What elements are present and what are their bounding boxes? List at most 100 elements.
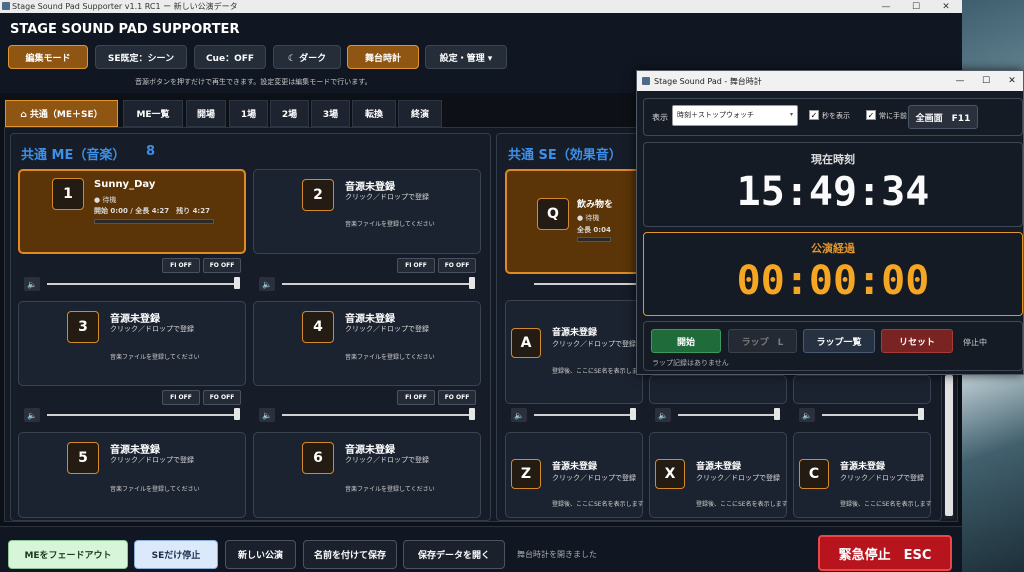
volume-slider[interactable] — [469, 408, 475, 420]
me-pad-5[interactable]: 5 音源未登録 クリック／ドロップで登録 音楽ファイルを登録してください — [18, 432, 246, 518]
tab-open[interactable]: 開場 — [186, 100, 226, 127]
fade-out-toggle[interactable]: FO OFF — [203, 258, 241, 273]
tab-scene-1[interactable]: 1場 — [229, 100, 268, 127]
se-pad-q[interactable]: Q 飲み物を ● 待機 全長 0:04 — [505, 169, 643, 274]
tab-scene-2[interactable]: 2場 — [270, 100, 309, 127]
always-on-top-checkbox[interactable]: ✓ — [866, 110, 876, 120]
stage-clock-button[interactable]: 舞台時計 — [347, 45, 419, 69]
volume-track — [822, 414, 924, 416]
pad-key: 5 — [67, 442, 99, 474]
me-pad-3[interactable]: 3 音源未登録 クリック／ドロップで登録 音楽ファイルを登録してください — [18, 301, 246, 386]
volume-slider[interactable] — [234, 277, 240, 289]
new-show-button[interactable]: 新しい公演 — [225, 540, 296, 569]
se-pad-z[interactable]: Z 音源未登録 クリック／ドロップで登録 登録後、ここにSE名を表示します — [505, 432, 644, 518]
display-mode-select[interactable]: 時刻＋ストップウォッチ ▾ — [672, 105, 798, 126]
app-icon — [642, 77, 650, 85]
stage-clock-window: Stage Sound Pad - 舞台時計 — ☐ ✕ 表示 時刻＋ストップウ… — [636, 70, 1024, 375]
clock-maximize-button[interactable]: ☐ — [975, 71, 997, 91]
save-as-button[interactable]: 名前を付けて保存 — [303, 540, 397, 569]
display-mode-value: 時刻＋ストップウォッチ — [677, 111, 754, 119]
maximize-button[interactable]: ☐ — [901, 0, 931, 13]
chevron-down-icon: ▾ — [789, 111, 793, 118]
current-time-box: 現在時刻 15:49:34 — [643, 142, 1023, 227]
lap-button[interactable]: ラップ L — [728, 329, 797, 353]
app-icon — [2, 2, 10, 10]
me-fadeout-button[interactable]: MEをフェードアウト — [8, 540, 128, 569]
show-seconds-label: 秒を表示 — [822, 112, 850, 120]
pad-status: ● 待機 — [577, 214, 600, 222]
pad-sub: クリック／ドロップで登録 — [345, 456, 429, 464]
me-pad-6[interactable]: 6 音源未登録 クリック／ドロップで登録 音楽ファイルを登録してください — [253, 432, 481, 518]
volume-track — [282, 414, 475, 416]
clock-minimize-button[interactable]: — — [949, 71, 971, 91]
tab-change[interactable]: 転換 — [352, 100, 396, 127]
pad-key: 1 — [52, 178, 84, 210]
se-pad-x[interactable]: X 音源未登録 クリック／ドロップで登録 登録後、ここにSE名を表示します — [649, 432, 788, 518]
tab-end[interactable]: 終演 — [398, 100, 442, 127]
se-pad-d[interactable] — [793, 375, 931, 404]
pad-key: 6 — [302, 442, 334, 474]
pad-key: X — [655, 459, 685, 489]
show-seconds-checkbox[interactable]: ✓ — [809, 110, 819, 120]
volume-track — [534, 414, 636, 416]
volume-slider[interactable] — [469, 277, 475, 289]
fade-in-toggle[interactable]: FI OFF — [397, 390, 435, 405]
tab-common[interactable]: ⌂ 共通（ME＋SE） — [5, 100, 118, 127]
fade-in-toggle[interactable]: FI OFF — [162, 258, 200, 273]
volume-icon[interactable]: 🔈 — [511, 408, 527, 422]
pad-note: 音楽ファイルを登録してください — [345, 354, 435, 361]
fade-in-toggle[interactable]: FI OFF — [162, 390, 200, 405]
pad-name: 飲み物を — [577, 200, 614, 210]
theme-button[interactable]: ☾ ダーク — [273, 45, 341, 69]
volume-slider[interactable] — [774, 408, 780, 420]
pad-note: 登録後、ここにSE名を表示します — [552, 501, 644, 508]
tab-scene-3[interactable]: 3場 — [311, 100, 350, 127]
volume-slider[interactable] — [630, 408, 636, 420]
me-pad-4[interactable]: 4 音源未登録 クリック／ドロップで登録 音楽ファイルを登録してください — [253, 301, 481, 386]
window-titlebar[interactable]: Stage Sound Pad Supporter v1.1 RC1 ー 新しい… — [0, 0, 962, 13]
usage-hint: 音源ボタンを押すだけで再生できます。設定変更は編集モードで行います。 — [135, 78, 372, 86]
start-button[interactable]: 開始 — [651, 329, 721, 353]
fade-in-toggle[interactable]: FI OFF — [397, 258, 435, 273]
progress-bar — [94, 219, 214, 224]
settings-menu-button[interactable]: 設定・管理 ▾ — [425, 45, 507, 69]
app-title: STAGE SOUND PAD SUPPORTER — [10, 22, 240, 37]
display-label: 表示 — [652, 113, 668, 122]
lap-list-button[interactable]: ラップ一覧 — [803, 329, 875, 353]
volume-slider[interactable] — [918, 408, 924, 420]
clock-close-button[interactable]: ✕ — [1001, 71, 1023, 91]
reset-button[interactable]: リセット — [881, 329, 953, 353]
volume-icon[interactable]: 🔈 — [24, 408, 40, 422]
edit-mode-button[interactable]: 編集モード — [8, 45, 88, 69]
me-pad-1[interactable]: 1 Sunny_Day ● 待機 開始 0:00 / 全長 4:27 残り 4:… — [18, 169, 246, 254]
minimize-button[interactable]: — — [871, 0, 901, 13]
volume-icon[interactable]: 🔈 — [259, 277, 275, 291]
se-pad-s[interactable] — [649, 375, 787, 404]
fade-out-toggle[interactable]: FO OFF — [203, 390, 241, 405]
fullscreen-button[interactable]: 全画面 F11 — [908, 105, 978, 129]
se-pad-a[interactable]: A 音源未登録 クリック／ドロップで登録 登録後、ここにSE名を表示します — [505, 300, 644, 404]
fade-out-toggle[interactable]: FO OFF — [438, 390, 476, 405]
volume-slider[interactable] — [234, 408, 240, 420]
current-time-label: 現在時刻 — [811, 153, 855, 166]
pad-sub: クリック／ドロップで登録 — [696, 474, 780, 482]
se-scrollbar-thumb[interactable] — [945, 375, 953, 516]
volume-track — [534, 283, 636, 285]
volume-icon[interactable]: 🔈 — [799, 408, 815, 422]
se-pad-c[interactable]: C 音源未登録 クリック／ドロップで登録 登録後、ここにSE名を表示します — [793, 432, 932, 518]
se-mode-button[interactable]: SE既定：シーン — [95, 45, 187, 69]
tab-me-list[interactable]: ME一覧 — [123, 100, 183, 127]
volume-icon[interactable]: 🔈 — [655, 408, 671, 422]
me-pad-2[interactable]: 2 音源未登録 クリック／ドロップで登録 音楽ファイルを登録してください — [253, 169, 481, 254]
volume-icon[interactable]: 🔈 — [24, 277, 40, 291]
open-data-button[interactable]: 保存データを開く — [403, 540, 505, 569]
close-button[interactable]: ✕ — [931, 0, 961, 13]
fade-out-toggle[interactable]: FO OFF — [438, 258, 476, 273]
cue-button[interactable]: Cue：OFF — [194, 45, 266, 69]
clock-titlebar[interactable]: Stage Sound Pad - 舞台時計 — ☐ ✕ — [637, 71, 1023, 91]
pad-key: Q — [537, 198, 569, 230]
emergency-stop-button[interactable]: 緊急停止 ESC — [818, 535, 952, 571]
se-stop-button[interactable]: SEだけ停止 — [134, 540, 218, 569]
volume-icon[interactable]: 🔈 — [259, 408, 275, 422]
pad-name: Sunny_Day — [94, 179, 156, 190]
